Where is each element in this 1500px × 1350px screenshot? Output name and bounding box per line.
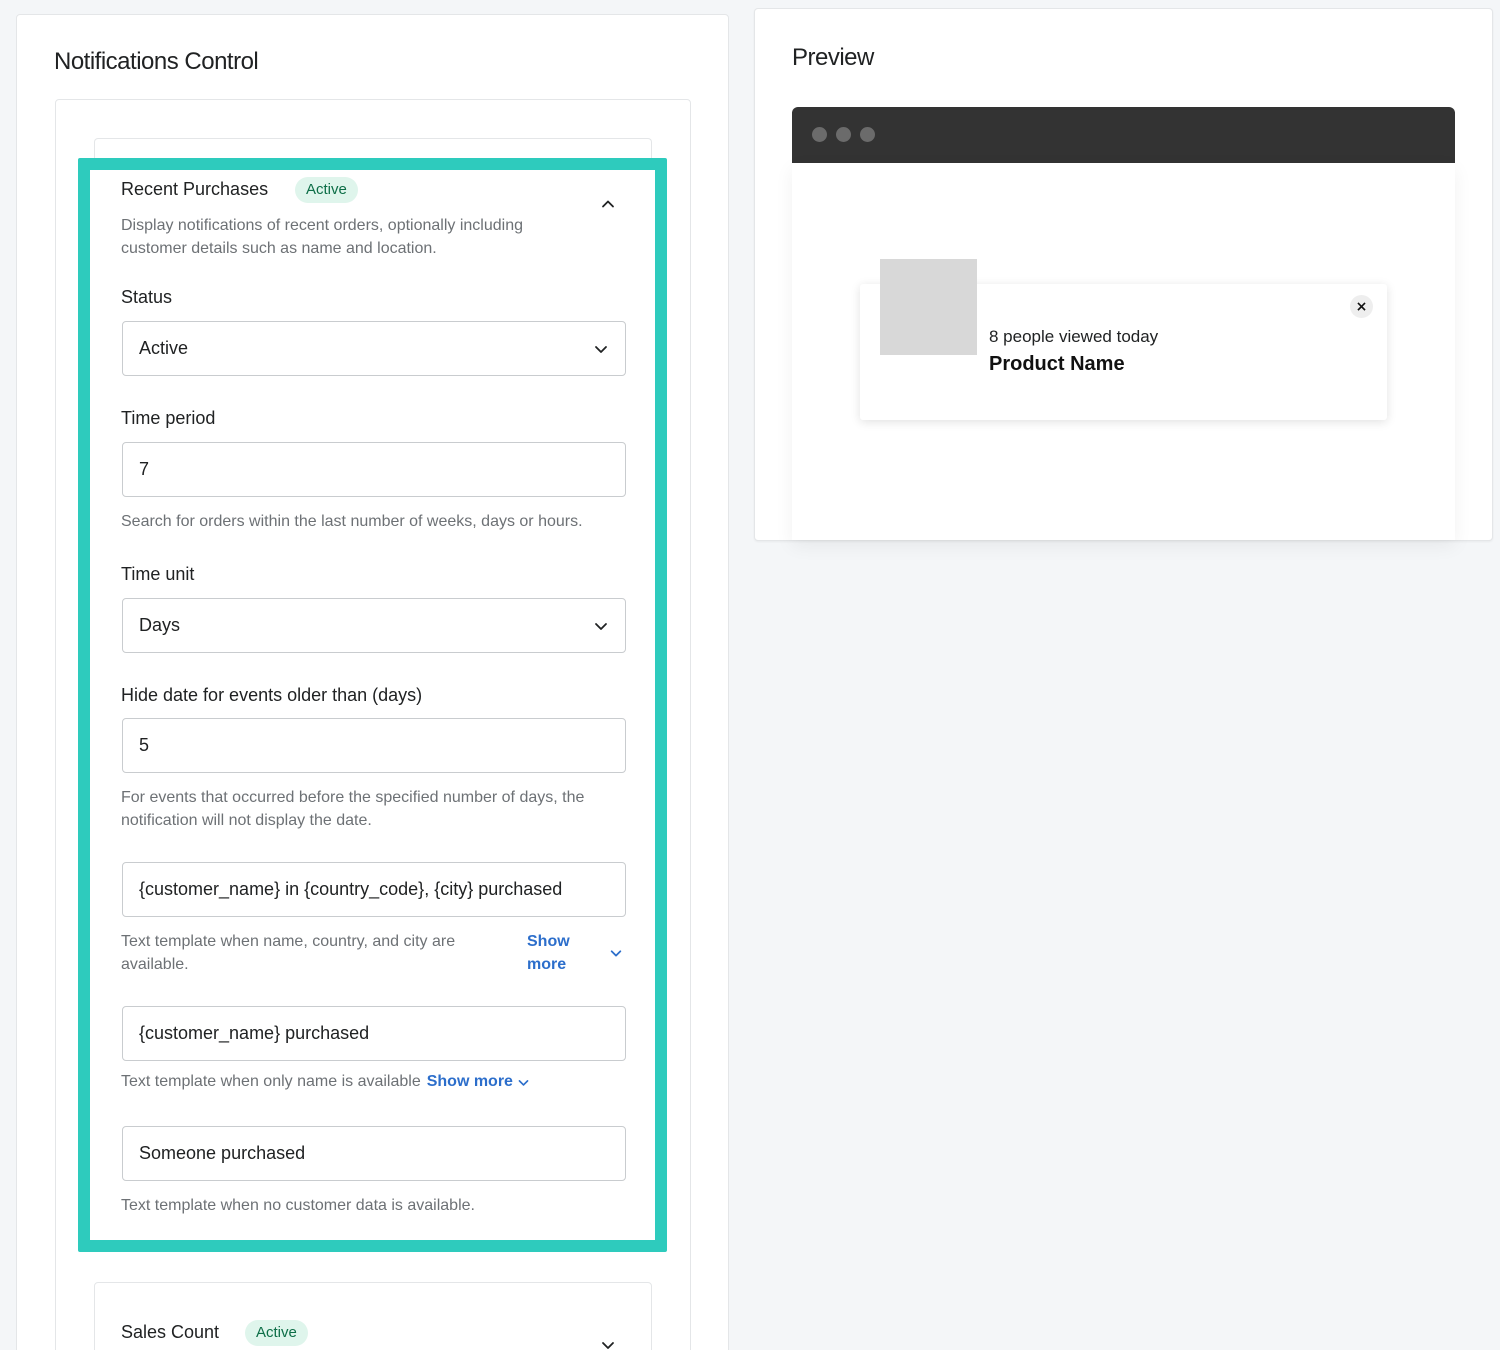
chevron-down-icon [602,1342,614,1349]
time-period-input[interactable]: 7 [122,442,626,497]
status-label: Status [121,287,173,307]
popup-message: 8 people viewed today [989,327,1159,346]
template-full-expand[interactable] [609,946,623,965]
hide-date-input[interactable]: 5 [122,718,626,773]
sales-count-title[interactable]: Sales Count [121,1322,219,1343]
chevron-down-icon [610,950,622,957]
template-name-input[interactable]: {customer_name} purchased [122,1006,626,1061]
template-none-value: Someone purchased [139,1143,306,1163]
chevron-up-icon [602,200,614,208]
browser-title-bar [792,107,1455,163]
template-name-help-row: Text template when only name is availabl… [121,1073,530,1091]
status-select[interactable]: Active [122,321,626,376]
recent-purchases-description: Display notifications of recent orders, … [121,217,523,257]
time-period-label: Time period [121,408,216,428]
window-dot-icon [860,127,875,142]
status-badge: Active [245,1320,308,1346]
product-image-placeholder [880,259,977,355]
close-icon[interactable]: × [1350,295,1373,318]
template-name-help: Text template when only name is availabl… [121,1073,421,1090]
chevron-down-icon [595,345,607,353]
template-full-value: {customer_name} in {country_code}, {city… [139,879,563,899]
hide-date-help: For events that occurred before the spec… [121,789,585,829]
recent-purchases-title[interactable]: Recent Purchases [121,179,268,200]
status-badge: Active [295,177,358,203]
collapse-button[interactable] [596,192,620,216]
preview-title: Preview [792,44,874,71]
chevron-down-icon [595,622,607,630]
expand-button[interactable] [596,1333,620,1350]
time-unit-select[interactable]: Days [122,598,626,653]
template-full-help: Text template when name, country, and ci… [121,933,456,973]
time-unit-value: Days [139,615,181,635]
chevron-down-icon[interactable] [517,1076,530,1089]
template-full-input[interactable]: {customer_name} in {country_code}, {city… [122,862,626,917]
time-period-value: 7 [139,459,150,479]
window-dot-icon [812,127,827,142]
status-select-value: Active [139,338,189,358]
template-none-input[interactable]: Someone purchased [122,1126,626,1181]
window-dot-icon [836,127,851,142]
template-name-show-more[interactable]: Show more [427,1073,513,1091]
page-title: Notifications Control [54,48,259,75]
template-name-value: {customer_name} purchased [139,1023,370,1043]
time-period-help: Search for orders within the last number… [121,513,583,530]
time-unit-label: Time unit [121,564,195,584]
popup-product-name: Product Name [989,353,1125,375]
hide-date-value: 5 [139,735,150,755]
template-none-help: Text template when no customer data is a… [121,1197,475,1214]
hide-date-label: Hide date for events older than (days) [121,685,423,705]
template-full-show-more[interactable]: Show more [527,930,577,976]
